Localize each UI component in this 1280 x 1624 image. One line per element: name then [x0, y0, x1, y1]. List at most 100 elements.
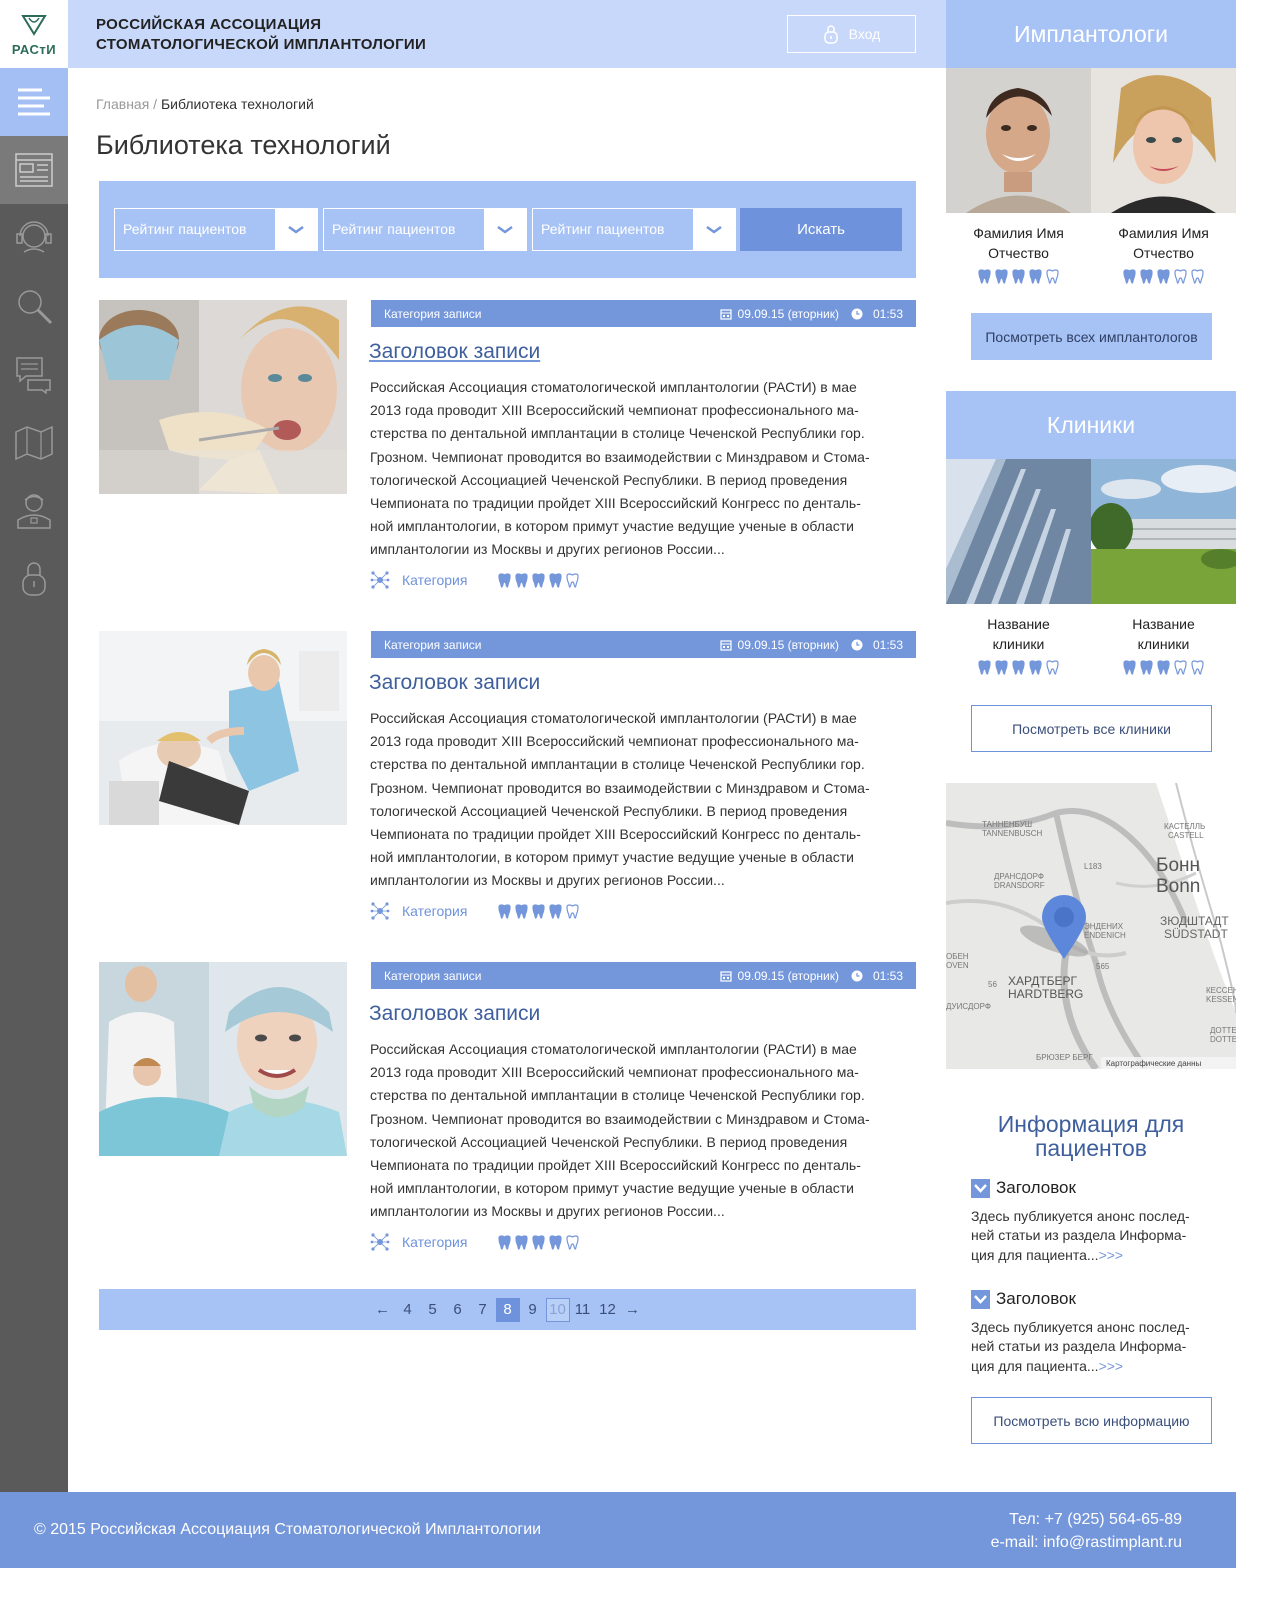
view-all-info-button[interactable]: Посмотреть всю информацию — [971, 1397, 1212, 1444]
post-image[interactable] — [99, 962, 347, 1156]
map-label: SÜDSTADT — [1164, 927, 1228, 941]
post-time: 01:53 — [872, 306, 903, 321]
pagination: ← 4 5 6 7 8 9 10 11 12 → — [99, 1289, 916, 1330]
library-icon — [15, 153, 53, 187]
support-icon — [16, 221, 52, 253]
tooth-outline-icon — [1174, 269, 1187, 284]
map-city-label: Bonn — [1156, 876, 1200, 897]
tooth-filled-icon — [1157, 269, 1170, 284]
page-link[interactable]: 4 — [396, 1298, 420, 1322]
page-link[interactable]: 5 — [421, 1298, 445, 1322]
tooth-filled-icon — [498, 1234, 512, 1250]
post-title[interactable]: Заголовок записи — [369, 340, 540, 364]
page-link[interactable]: 11 — [571, 1298, 595, 1322]
doctor-icon — [17, 494, 51, 529]
sidebar-lock[interactable] — [0, 544, 68, 612]
map-label: DOTTEND — [1210, 1035, 1236, 1044]
sidebar-library[interactable] — [0, 136, 68, 204]
tooth-outline-icon — [1174, 660, 1187, 675]
tooth-filled-icon — [498, 572, 512, 588]
info-item: Заголовок Здесь публикуется анонс послед… — [971, 1289, 1216, 1376]
post-image[interactable] — [99, 631, 347, 825]
chevron-down-icon — [275, 209, 317, 250]
rating-teeth — [946, 269, 1091, 284]
page-link[interactable]: 10 — [545, 1297, 570, 1322]
implantologist-photo[interactable] — [1091, 68, 1236, 213]
clinic-photo[interactable] — [946, 459, 1091, 604]
page-link[interactable]: 7 — [471, 1298, 495, 1322]
read-more-link[interactable]: >>> — [1099, 1247, 1124, 1263]
network-icon — [370, 571, 390, 589]
filter-select-1[interactable]: Рейтинг пациентов — [114, 208, 318, 251]
tooth-outline-icon — [1191, 660, 1204, 675]
calendar-icon — [719, 308, 732, 320]
map-label: KESSENICH — [1206, 995, 1236, 1004]
tooth-filled-icon — [995, 660, 1008, 675]
tooth-outline-icon — [1046, 269, 1059, 284]
sidebar-support[interactable] — [0, 204, 68, 272]
search-button[interactable]: Искать — [740, 208, 902, 251]
filter-select-3[interactable]: Рейтинг пациентов — [532, 208, 736, 251]
breadcrumb-home[interactable]: Главная — [96, 96, 149, 112]
map-label: ТАННЕНБУШ — [982, 820, 1032, 829]
filter-select-2[interactable]: Рейтинг пациентов — [323, 208, 527, 251]
clinics-heading: Клиники — [946, 391, 1236, 459]
page-link[interactable]: 9 — [521, 1298, 545, 1322]
rating-teeth — [497, 1234, 580, 1250]
view-all-clinics-button[interactable]: Посмотреть все клиники — [971, 705, 1212, 752]
footer-email[interactable]: e-mail: info@rastimplant.ru — [991, 1531, 1182, 1554]
page-link[interactable]: 12 — [596, 1298, 620, 1322]
read-more-link[interactable]: >>> — [1099, 1358, 1124, 1374]
sidebar-chat[interactable] — [0, 340, 68, 408]
rating-teeth — [1091, 269, 1236, 284]
tooth-filled-icon — [515, 903, 529, 919]
clinic-card[interactable]: Название клиники — [1091, 459, 1236, 675]
sidebar-search[interactable] — [0, 272, 68, 340]
map-label: DRANSDORF — [994, 881, 1045, 890]
clock-icon — [851, 308, 863, 319]
implantologist-photo[interactable] — [946, 68, 1091, 213]
map-widget[interactable]: ТАННЕНБУШ TANNENBUSCH КАСТЕЛЛЬ CASTELL L… — [946, 783, 1236, 1069]
pagination-next[interactable]: → — [621, 1298, 645, 1322]
chat-icon — [16, 357, 51, 394]
footer-contacts: Тел: +7 (925) 564-65-89 e-mail: info@ras… — [991, 1508, 1182, 1554]
post-category[interactable]: Категория записи — [384, 307, 720, 321]
tooth-outline-icon — [566, 1234, 580, 1250]
implantologist-card[interactable]: Фамилия Имя Отчество — [946, 68, 1091, 284]
post-category[interactable]: Категория записи — [384, 638, 720, 652]
map-copyright: Картографические данны — [1106, 1059, 1201, 1068]
page-link-active[interactable]: 8 — [495, 1297, 520, 1322]
post-title[interactable]: Заголовок записи — [369, 1002, 540, 1026]
patient-info-heading: Информация для пациентов — [997, 1111, 1185, 1161]
post-category[interactable]: Категория записи — [384, 969, 720, 983]
post-meta-bar: Категория записи 09.09.15 (вторник) 01:5… — [371, 300, 916, 327]
map-label: ENDENICH — [1084, 931, 1126, 940]
post-image[interactable] — [99, 300, 347, 494]
sidebar-doctor[interactable] — [0, 476, 68, 544]
post-tag[interactable]: Категория — [402, 903, 467, 919]
footer-phone[interactable]: Тел: +7 (925) 564-65-89 — [991, 1508, 1182, 1531]
post-tag[interactable]: Категория — [402, 572, 467, 588]
info-item-title[interactable]: Заголовок — [996, 1289, 1076, 1309]
implantologist-card[interactable]: Фамилия Имя Отчество — [1091, 68, 1236, 284]
tooth-filled-icon — [532, 1234, 546, 1250]
sidebar-menu[interactable] — [0, 68, 68, 136]
pagination-prev[interactable]: ← — [371, 1298, 395, 1322]
tooth-filled-icon — [515, 572, 529, 588]
map-icon — [15, 425, 53, 461]
view-all-implantologists-button[interactable]: Посмотреть всех имплантологов — [971, 313, 1212, 360]
login-button[interactable]: Вход — [787, 15, 916, 53]
tooth-filled-icon — [1029, 660, 1042, 675]
post-tag[interactable]: Категория — [402, 1234, 467, 1250]
map-label: БРЮЗЕР БЕРГ — [1036, 1053, 1093, 1062]
site-logo[interactable]: РАСтИ — [0, 0, 68, 68]
search-icon — [18, 290, 53, 325]
page-link[interactable]: 6 — [446, 1298, 470, 1322]
clinic-photo[interactable] — [1091, 459, 1236, 604]
tooth-filled-icon — [1012, 660, 1025, 675]
sidebar-map[interactable] — [0, 408, 68, 476]
info-item-title[interactable]: Заголовок — [996, 1178, 1076, 1198]
clinic-card[interactable]: Название клиники — [946, 459, 1091, 675]
post-title[interactable]: Заголовок записи — [369, 671, 540, 695]
post-card: Категория записи 09.09.15 (вторник) 01:5… — [99, 300, 916, 600]
